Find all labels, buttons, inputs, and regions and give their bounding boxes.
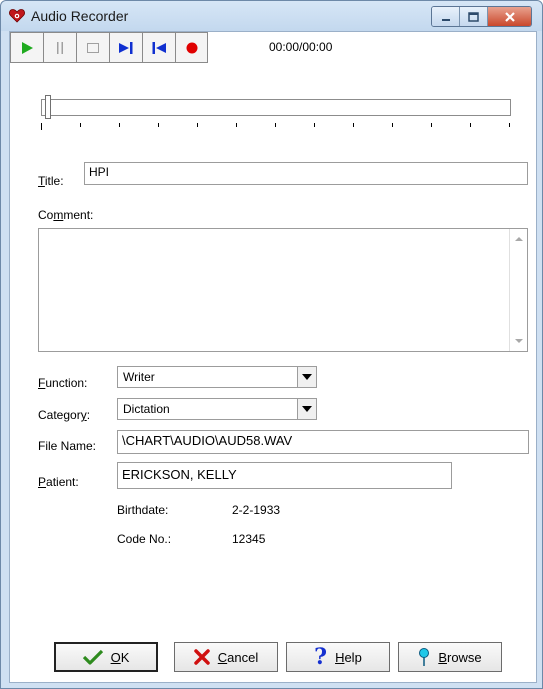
slider-tick	[158, 123, 159, 127]
record-icon	[186, 42, 197, 53]
cancel-button[interactable]: Cancel	[174, 642, 278, 672]
slider-tick	[236, 123, 237, 127]
time-readout: 00:00/00:00	[269, 40, 333, 54]
position-slider-ticks	[41, 123, 511, 133]
position-slider-thumb[interactable]	[45, 95, 51, 119]
pause-icon	[57, 41, 63, 54]
slider-tick	[509, 123, 510, 127]
category-value: Dictation	[123, 402, 170, 416]
birthdate-value: 2-2-1933	[232, 503, 281, 517]
slider-tick	[392, 123, 393, 127]
minimize-icon	[432, 7, 459, 26]
slider-tick	[431, 123, 432, 127]
slider-tick	[41, 123, 42, 130]
play-button[interactable]	[10, 32, 43, 63]
help-button[interactable]: ? Help	[286, 642, 390, 672]
scroll-up-icon[interactable]	[515, 237, 523, 241]
close-button[interactable]	[488, 7, 531, 26]
comment-label: Comment:	[38, 208, 94, 222]
ok-label: OK	[110, 649, 130, 665]
category-dropdown-button[interactable]	[297, 399, 316, 419]
birthdate-label: Birthdate:	[117, 503, 169, 517]
pause-button[interactable]	[43, 32, 76, 63]
category-select[interactable]: Dictation	[117, 398, 317, 420]
skip-start-icon	[152, 41, 166, 54]
comment-scrollbar[interactable]	[509, 229, 527, 351]
ok-button[interactable]: OK	[54, 642, 158, 672]
help-label: Help	[335, 649, 362, 665]
slider-tick	[314, 123, 315, 127]
slider-tick	[275, 123, 276, 127]
function-dropdown-button[interactable]	[297, 367, 316, 387]
stop-icon	[87, 42, 99, 53]
cancel-label: Cancel	[217, 649, 259, 665]
record-button[interactable]	[175, 32, 208, 63]
dialog-client-area: 00:00/00:00 Title: HPI Comment: Function…	[9, 31, 537, 683]
question-mark-icon: ?	[314, 644, 328, 670]
title-field[interactable]: HPI	[84, 162, 528, 185]
skip-to-end-button[interactable]	[109, 32, 142, 63]
pin-icon	[418, 647, 430, 667]
minimize-button[interactable]	[432, 7, 460, 26]
slider-tick	[470, 123, 471, 127]
position-slider-track[interactable]	[41, 99, 511, 116]
patient-label: Patient:	[38, 475, 79, 489]
patient-field[interactable]: ERICKSON, KELLY	[117, 462, 452, 489]
transport-toolbar	[10, 32, 208, 64]
code-no-label: Code No.:	[117, 532, 172, 546]
close-icon	[488, 7, 531, 26]
window-controls	[431, 6, 532, 27]
checkmark-icon	[82, 649, 103, 665]
comment-textarea[interactable]	[38, 228, 528, 352]
function-value: Writer	[123, 370, 155, 384]
maximize-button[interactable]	[460, 7, 488, 26]
slider-tick	[80, 123, 81, 127]
play-icon	[22, 41, 33, 54]
function-label: Function:	[38, 376, 88, 390]
window-title: Audio Recorder	[31, 8, 129, 24]
comment-text	[39, 229, 527, 235]
browse-button[interactable]: Browse	[398, 642, 502, 672]
code-no-value: 12345	[232, 532, 266, 546]
skip-end-icon	[119, 41, 133, 54]
title-bar[interactable]: Audio Recorder	[1, 1, 542, 31]
title-label: Title:	[38, 174, 64, 188]
x-icon	[194, 649, 210, 665]
file-name-field[interactable]: \CHART\AUDIO\AUD58.WAV	[117, 430, 529, 454]
slider-tick	[197, 123, 198, 127]
app-heart-icon	[9, 9, 25, 23]
file-name-label: File Name:	[38, 439, 97, 453]
browse-label: Browse	[438, 649, 482, 665]
chevron-down-icon	[302, 374, 312, 380]
slider-tick	[353, 123, 354, 127]
category-label: Category:	[38, 408, 91, 422]
maximize-icon	[460, 7, 487, 26]
chevron-down-icon	[302, 406, 312, 412]
stop-button[interactable]	[76, 32, 109, 63]
slider-tick	[119, 123, 120, 127]
skip-to-start-button[interactable]	[142, 32, 175, 63]
scroll-down-icon[interactable]	[515, 339, 523, 343]
audio-recorder-window: Audio Recorder 00:00/00:00 Title: HPI Co…	[0, 0, 543, 689]
function-select[interactable]: Writer	[117, 366, 317, 388]
